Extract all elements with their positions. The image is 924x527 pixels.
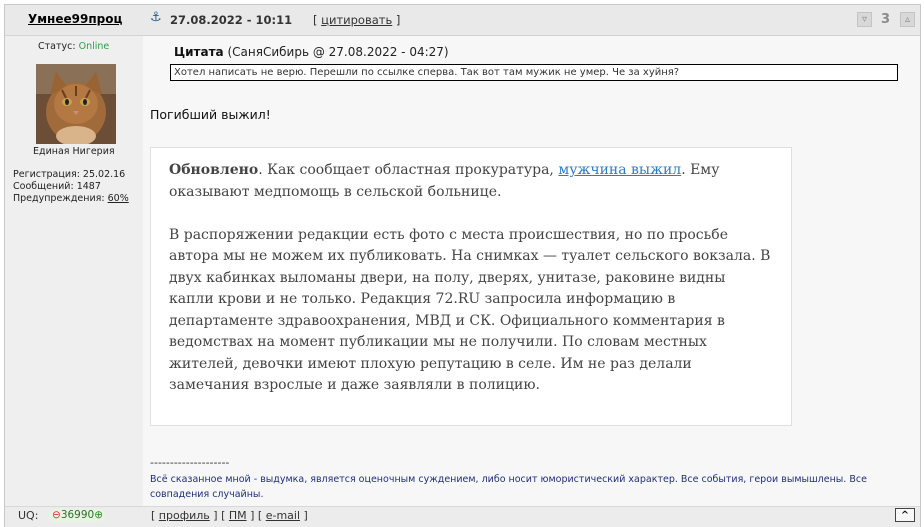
registration-date: Регистрация: 25.02.16 xyxy=(13,169,126,180)
article-text: . Как сообщает областная прокуратура, xyxy=(258,162,559,178)
warnings-link[interactable]: 60% xyxy=(108,193,129,204)
quote-link[interactable]: цитировать xyxy=(321,13,392,27)
article-paragraph: В распоряжении редакции есть фото с мест… xyxy=(169,226,771,394)
article-update-label: Обновлено xyxy=(169,162,259,178)
cat-avatar-image xyxy=(36,64,116,144)
quote-box: Хотел написать не верю. Перешли по ссылк… xyxy=(170,64,898,81)
user-stats: Регистрация: 25.02.16 Сообщений: 1487 Пр… xyxy=(13,169,129,205)
user-status: Статус: Online xyxy=(38,41,109,52)
scroll-top-button[interactable]: ^ xyxy=(895,508,915,522)
uq-value: 36990 xyxy=(60,509,95,521)
avatar xyxy=(36,64,116,144)
anchor-icon[interactable]: ⚓ xyxy=(150,10,162,25)
uq-rating-badge: ⊖36990⊕ xyxy=(49,509,107,522)
quote-author: (СаняСибирь @ 27.08.2022 - 04:27) xyxy=(227,45,449,59)
post-text: Погибший выжил! xyxy=(150,107,271,122)
status-label: Статус: xyxy=(38,41,76,52)
article-link[interactable]: мужчина выжил xyxy=(558,162,681,178)
thumb-down-icon[interactable]: ▿ xyxy=(857,12,872,27)
post-footer xyxy=(5,506,920,527)
vote-count: 3 xyxy=(881,12,891,27)
pm-link[interactable]: ПМ xyxy=(229,509,247,522)
footer-links: [ профиль ] [ ПМ ] [ e-mail ] xyxy=(151,509,308,522)
message-count: Сообщений: 1487 xyxy=(13,181,101,192)
warnings: Предупреждения: 60% xyxy=(13,193,129,205)
post-date: 27.08.2022 - 10:11 xyxy=(170,13,293,27)
quote-label: Цитата xyxy=(174,45,224,59)
warnings-label: Предупреждения: xyxy=(13,193,105,204)
post-header xyxy=(5,5,920,36)
quote-header: Цитата (СаняСибирь @ 27.08.2022 - 04:27) xyxy=(174,45,449,59)
thumb-up-icon[interactable]: ▵ xyxy=(900,12,915,27)
plus-icon[interactable]: ⊕ xyxy=(94,509,103,521)
signature: Всё сказанное мной - выдумка, является о… xyxy=(150,474,867,500)
minus-icon[interactable]: ⊖ xyxy=(52,509,61,521)
user-title: Единая Нигерия xyxy=(33,146,115,157)
uq-label: UQ: xyxy=(18,509,39,522)
article-paragraph: Обновлено. Как сообщает областная прокур… xyxy=(169,160,773,203)
quote-action: [ цитировать ] xyxy=(313,13,401,27)
email-link[interactable]: e-mail xyxy=(266,509,300,522)
profile-link[interactable]: профиль xyxy=(159,509,210,522)
username-link[interactable]: Умнее99проц xyxy=(28,12,122,26)
article-excerpt: Обновлено. Как сообщает областная прокур… xyxy=(150,147,792,426)
signature-divider: -------------------- xyxy=(150,456,230,469)
status-value: Online xyxy=(78,41,110,52)
